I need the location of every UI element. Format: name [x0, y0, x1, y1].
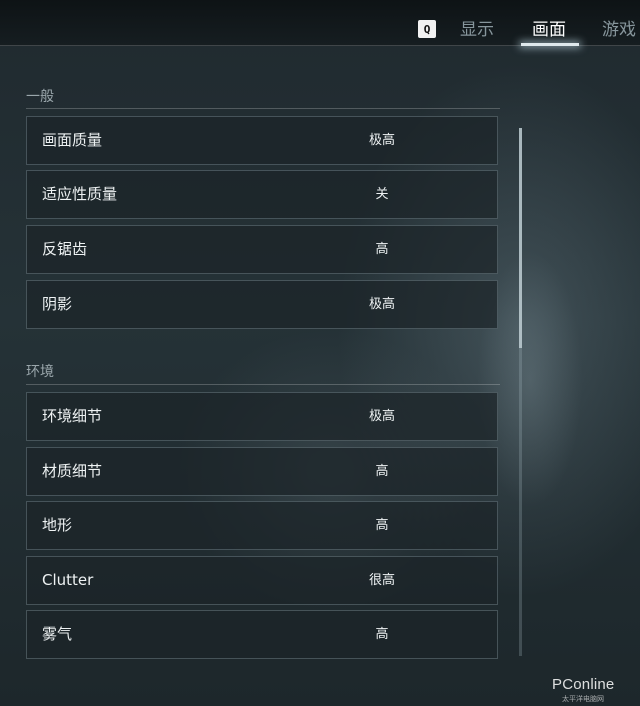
setting-label: Clutter	[42, 571, 94, 589]
setting-value: 极高	[368, 409, 395, 424]
setting-value: 高	[375, 464, 389, 479]
setting-value: 极高	[368, 297, 395, 312]
setting-label: 材质细节	[42, 462, 103, 480]
setting-row-clutter[interactable]: Clutter 很高	[26, 556, 498, 605]
setting-label: 环境细节	[42, 407, 103, 425]
active-tab-indicator	[521, 43, 579, 46]
setting-value: 关	[375, 187, 389, 202]
setting-row-adaptive-quality[interactable]: 适应性质量 关	[26, 170, 498, 219]
setting-value: 极高	[368, 133, 395, 148]
setting-label: 雾气	[42, 625, 73, 643]
setting-label: 阴影	[42, 295, 73, 313]
setting-row-antialiasing[interactable]: 反锯齿 高	[26, 225, 498, 274]
setting-label: 地形	[42, 516, 73, 534]
setting-value: 很高	[368, 573, 395, 588]
watermark-subtitle: 太平洋电脑网	[562, 695, 604, 703]
setting-row-shadows[interactable]: 阴影 极高	[26, 280, 498, 329]
q-key-hint: Q	[418, 20, 436, 38]
setting-value: 高	[375, 518, 389, 533]
section-title-environment: 环境	[26, 364, 54, 380]
setting-row-fog[interactable]: 雾气 高	[26, 610, 498, 659]
setting-label: 画面质量	[42, 131, 103, 149]
setting-label: 反锯齿	[42, 240, 88, 258]
scrollbar-thumb[interactable]	[519, 128, 522, 348]
setting-row-quality[interactable]: 画面质量 极高	[26, 116, 498, 165]
setting-value: 高	[375, 627, 389, 642]
section-divider	[26, 384, 500, 385]
watermark-logo: PConline	[552, 676, 615, 693]
setting-row-texture-detail[interactable]: 材质细节 高	[26, 447, 498, 496]
setting-label: 适应性质量	[42, 185, 118, 203]
section-divider	[26, 108, 500, 109]
setting-row-terrain[interactable]: 地形 高	[26, 501, 498, 550]
tab-graphics[interactable]: 画面	[532, 18, 566, 42]
tab-game[interactable]: 游戏	[602, 18, 636, 42]
tab-display[interactable]: 显示	[460, 18, 494, 42]
setting-value: 高	[375, 242, 389, 257]
setting-row-environment-detail[interactable]: 环境细节 极高	[26, 392, 498, 441]
section-title-general: 一般	[26, 89, 54, 105]
